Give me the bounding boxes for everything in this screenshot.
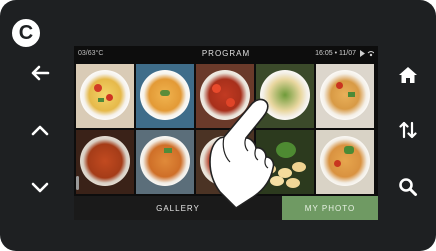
brand-badge: C bbox=[10, 17, 42, 49]
home-button[interactable] bbox=[393, 60, 423, 90]
touch-hand-icon bbox=[209, 98, 275, 209]
brand-badge-letter: C bbox=[18, 21, 34, 44]
home-icon bbox=[399, 67, 417, 83]
back-arrow-icon bbox=[31, 65, 50, 81]
scroll-down-button[interactable] bbox=[25, 172, 55, 202]
sort-icon bbox=[399, 121, 417, 139]
sort-button[interactable] bbox=[393, 115, 423, 145]
display-screen: 03/63°C PROGRAM 16:05 • 11/07 GALLERY MY… bbox=[74, 46, 378, 220]
chevron-up-icon bbox=[31, 125, 49, 136]
oven-control-panel: C 03/63°C PROGRAM 16:05 • 11/07 GALLERY … bbox=[0, 0, 436, 251]
search-icon bbox=[399, 178, 417, 196]
chevron-down-icon bbox=[31, 182, 49, 193]
back-button[interactable] bbox=[25, 58, 55, 88]
search-button[interactable] bbox=[393, 172, 423, 202]
scroll-up-button[interactable] bbox=[25, 115, 55, 145]
